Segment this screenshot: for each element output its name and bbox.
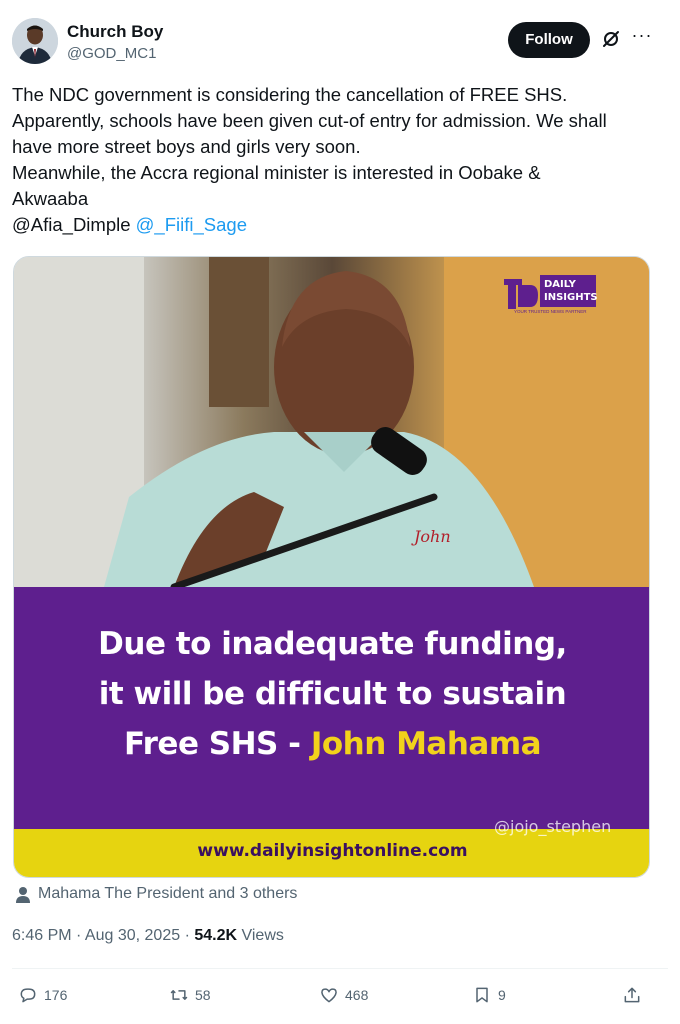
mentions-line: @Afia_Dimple @_Fiifi_Sage xyxy=(12,212,662,238)
media-url: www.dailyinsightonline.com xyxy=(197,841,468,861)
bookmark-button[interactable]: 9 xyxy=(472,984,506,1006)
media-headline: Due to inadequate funding, it will be di… xyxy=(14,619,649,769)
tweet-line: Apparently, schools have been given cut-… xyxy=(12,110,607,131)
author-handle[interactable]: @GOD_MC1 xyxy=(67,45,156,62)
tweet-text: The NDC government is considering the ca… xyxy=(12,82,662,238)
more-options-icon[interactable]: ··· xyxy=(630,26,654,50)
logo-tagline: YOUR TRUSTED NEWS PARTNER xyxy=(514,309,587,314)
timestamp[interactable]: 6:46 PM · Aug 30, 2025 · xyxy=(12,927,194,944)
headline-line-2: it will be difficult to sustain xyxy=(98,676,567,712)
headline-line-3: Free SHS - John Mahama xyxy=(14,719,649,769)
daily-insights-logo: DAILY INSIGHTS YOUR TRUSTED NEWS PARTNER xyxy=(504,271,602,321)
avatar[interactable] xyxy=(12,18,58,64)
bookmark-icon xyxy=(476,987,488,1003)
divider xyxy=(12,968,668,969)
media-photo: John DAILY INSIGHTS YOUR TRUSTED NEWS PA… xyxy=(14,257,649,591)
like-button[interactable]: 468 xyxy=(319,984,368,1006)
tweet-header: Church Boy @GOD_MC1 Follow ··· xyxy=(12,18,668,68)
follow-button[interactable]: Follow xyxy=(508,22,590,58)
views-label: Views xyxy=(237,927,284,944)
headline-line-3-white: Free SHS - xyxy=(123,726,311,762)
tweet-line: Akwaaba xyxy=(12,188,89,209)
headline-line-3-yellow: John Mahama xyxy=(310,726,542,762)
mention-link[interactable]: @_Fiifi_Sage xyxy=(136,214,247,235)
tweet-media[interactable]: John DAILY INSIGHTS YOUR TRUSTED NEWS PA… xyxy=(13,256,650,878)
headline-line-1: Due to inadequate funding, xyxy=(98,626,567,662)
repost-count: 58 xyxy=(195,987,211,1003)
action-bar: 176 58 468 9 xyxy=(0,980,680,1010)
tweet-line: Meanwhile, the Accra regional minister i… xyxy=(12,162,541,183)
tweet-meta: 6:46 PM · Aug 30, 2025 · 54.2K Views xyxy=(12,927,284,945)
reply-button[interactable]: 176 xyxy=(18,984,67,1006)
repost-icon xyxy=(170,990,188,1000)
grok-icon[interactable] xyxy=(600,28,622,50)
reply-count: 176 xyxy=(44,987,68,1003)
tagged-text[interactable]: Mahama The President and 3 others xyxy=(38,885,297,903)
reply-icon xyxy=(20,988,36,1003)
views-count: 54.2K xyxy=(194,927,238,944)
share-icon xyxy=(624,987,640,1003)
shirt-text: John xyxy=(411,527,451,546)
tweet-line: have more street boys and girls very soo… xyxy=(12,136,361,157)
mention-plain: @Afia_Dimple xyxy=(12,214,131,235)
like-count: 468 xyxy=(345,987,369,1003)
tweet-line: The NDC government is considering the ca… xyxy=(12,84,568,105)
bookmark-count: 9 xyxy=(498,987,506,1003)
heart-icon xyxy=(321,988,337,1003)
person-icon xyxy=(15,886,31,903)
logo-insights-text: INSIGHTS xyxy=(544,292,598,303)
share-button[interactable] xyxy=(622,984,642,1006)
author-name[interactable]: Church Boy xyxy=(67,22,163,42)
repost-button[interactable]: 58 xyxy=(169,984,211,1006)
logo-daily-text: DAILY xyxy=(544,279,576,290)
media-watermark: @jojo_stephen xyxy=(494,817,612,836)
